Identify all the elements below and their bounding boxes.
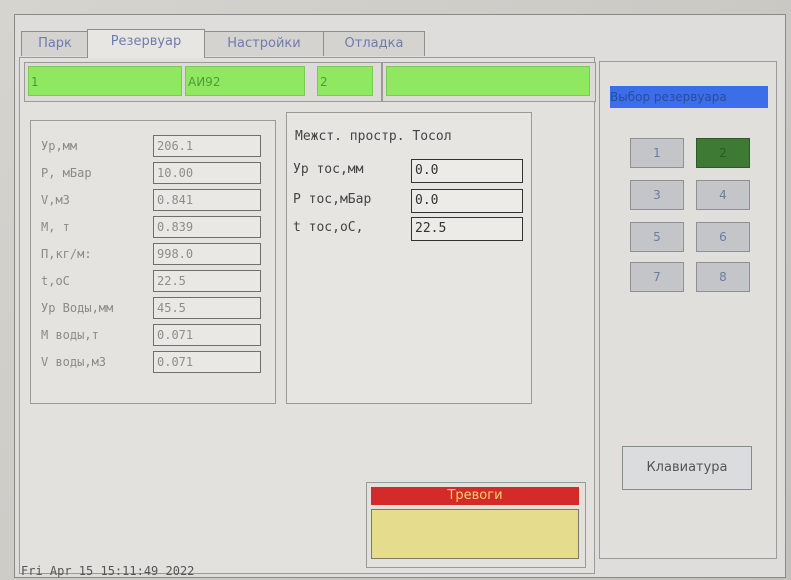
interspace-label: Ур тос,мм <box>293 162 364 177</box>
reading-label: V воды,м3 <box>41 355 107 369</box>
reading-level: Ур,мм 206.1 <box>41 135 269 157</box>
reading-value[interactable]: 0.839 <box>153 216 261 238</box>
reading-value[interactable]: 0.071 <box>153 351 261 373</box>
interspace-panel: Межст. простр. Тосол Ур тос,мм 0.0 Р тос… <box>286 112 532 404</box>
interspace-value[interactable]: 0.0 <box>411 159 523 183</box>
interspace-title: Межст. простр. Тосол <box>295 129 452 144</box>
reading-label: V,м3 <box>41 193 70 207</box>
hmi-screen: Парк Резервуар Настройки Отладка 1 АИ92 … <box>14 14 786 578</box>
tab-reservoir[interactable]: Резервуар <box>87 29 205 58</box>
keyboard-button[interactable]: Клавиатура <box>622 446 752 490</box>
reading-mass: М, т 0.839 <box>41 216 269 238</box>
reading-value[interactable]: 45.5 <box>153 297 261 319</box>
alarms-title: Тревоги <box>371 487 579 505</box>
reading-label: М, т <box>41 220 70 234</box>
reading-label: t,оС <box>41 274 70 288</box>
reading-water-volume: V воды,м3 0.071 <box>41 351 269 373</box>
main-panel: 1 АИ92 2 Ур,мм 206.1 Р, мБар 10.00 V,м3 … <box>19 57 596 574</box>
tab-settings[interactable]: Настройки <box>203 31 325 56</box>
reading-value[interactable]: 0.071 <box>153 324 261 346</box>
reading-volume: V,м3 0.841 <box>41 189 269 211</box>
tank-button-3[interactable]: 3 <box>630 180 684 210</box>
interspace-label: t тос,оС, <box>293 220 364 235</box>
reading-value[interactable]: 0.841 <box>153 189 261 211</box>
interspace-value[interactable]: 0.0 <box>411 189 523 213</box>
interspace-row-temperature: t тос,оС, 22.5 <box>293 217 523 241</box>
interspace-row-level: Ур тос,мм 0.0 <box>293 159 523 183</box>
tank-button-8[interactable]: 8 <box>696 262 750 292</box>
reading-value[interactable]: 22.5 <box>153 270 261 292</box>
reading-label: Р, мБар <box>41 166 92 180</box>
tank-select-title: Выбор резервуара <box>610 86 768 108</box>
datetime-label: Fri Apr 15 15:11:49 2022 <box>21 564 195 578</box>
tank-number-field: 1 <box>28 66 182 96</box>
tank-button-1[interactable]: 1 <box>630 138 684 168</box>
product-field: АИ92 <box>185 66 305 96</box>
reading-water-level: Ур Воды,мм 45.5 <box>41 297 269 319</box>
tank-button-6[interactable]: 6 <box>696 222 750 252</box>
alarms-panel: Тревоги <box>366 482 586 568</box>
status-bar: 1 АИ92 2 <box>24 62 382 102</box>
status-field-3: 2 <box>317 66 373 96</box>
tank-button-5[interactable]: 5 <box>630 222 684 252</box>
alarms-box <box>371 509 579 559</box>
reading-label: П,кг/м: <box>41 247 92 261</box>
tank-button-2[interactable]: 2 <box>696 138 750 168</box>
reading-value[interactable]: 206.1 <box>153 135 261 157</box>
status-bar-right <box>382 62 596 102</box>
reading-density: П,кг/м: 998.0 <box>41 243 269 265</box>
tank-readings-panel: Ур,мм 206.1 Р, мБар 10.00 V,м3 0.841 М, … <box>30 120 276 404</box>
status-field-4 <box>386 66 590 96</box>
reading-label: Ур Воды,мм <box>41 301 114 315</box>
reading-temperature: t,оС 22.5 <box>41 270 269 292</box>
reading-label: Ур,мм <box>41 139 78 153</box>
tab-park[interactable]: Парк <box>21 31 89 56</box>
reading-pressure: Р, мБар 10.00 <box>41 162 269 184</box>
reading-water-mass: М воды,т 0.071 <box>41 324 269 346</box>
tank-button-7[interactable]: 7 <box>630 262 684 292</box>
tab-debug[interactable]: Отладка <box>323 31 425 56</box>
interspace-row-pressure: Р тос,мБар 0.0 <box>293 189 523 213</box>
reading-value[interactable]: 998.0 <box>153 243 261 265</box>
tank-button-4[interactable]: 4 <box>696 180 750 210</box>
interspace-value[interactable]: 22.5 <box>411 217 523 241</box>
tank-select-panel: Выбор резервуара 1 2 3 4 5 6 7 8 Клавиат… <box>599 61 777 559</box>
reading-value[interactable]: 10.00 <box>153 162 261 184</box>
interspace-label: Р тос,мБар <box>293 192 372 207</box>
reading-label: М воды,т <box>41 328 99 342</box>
